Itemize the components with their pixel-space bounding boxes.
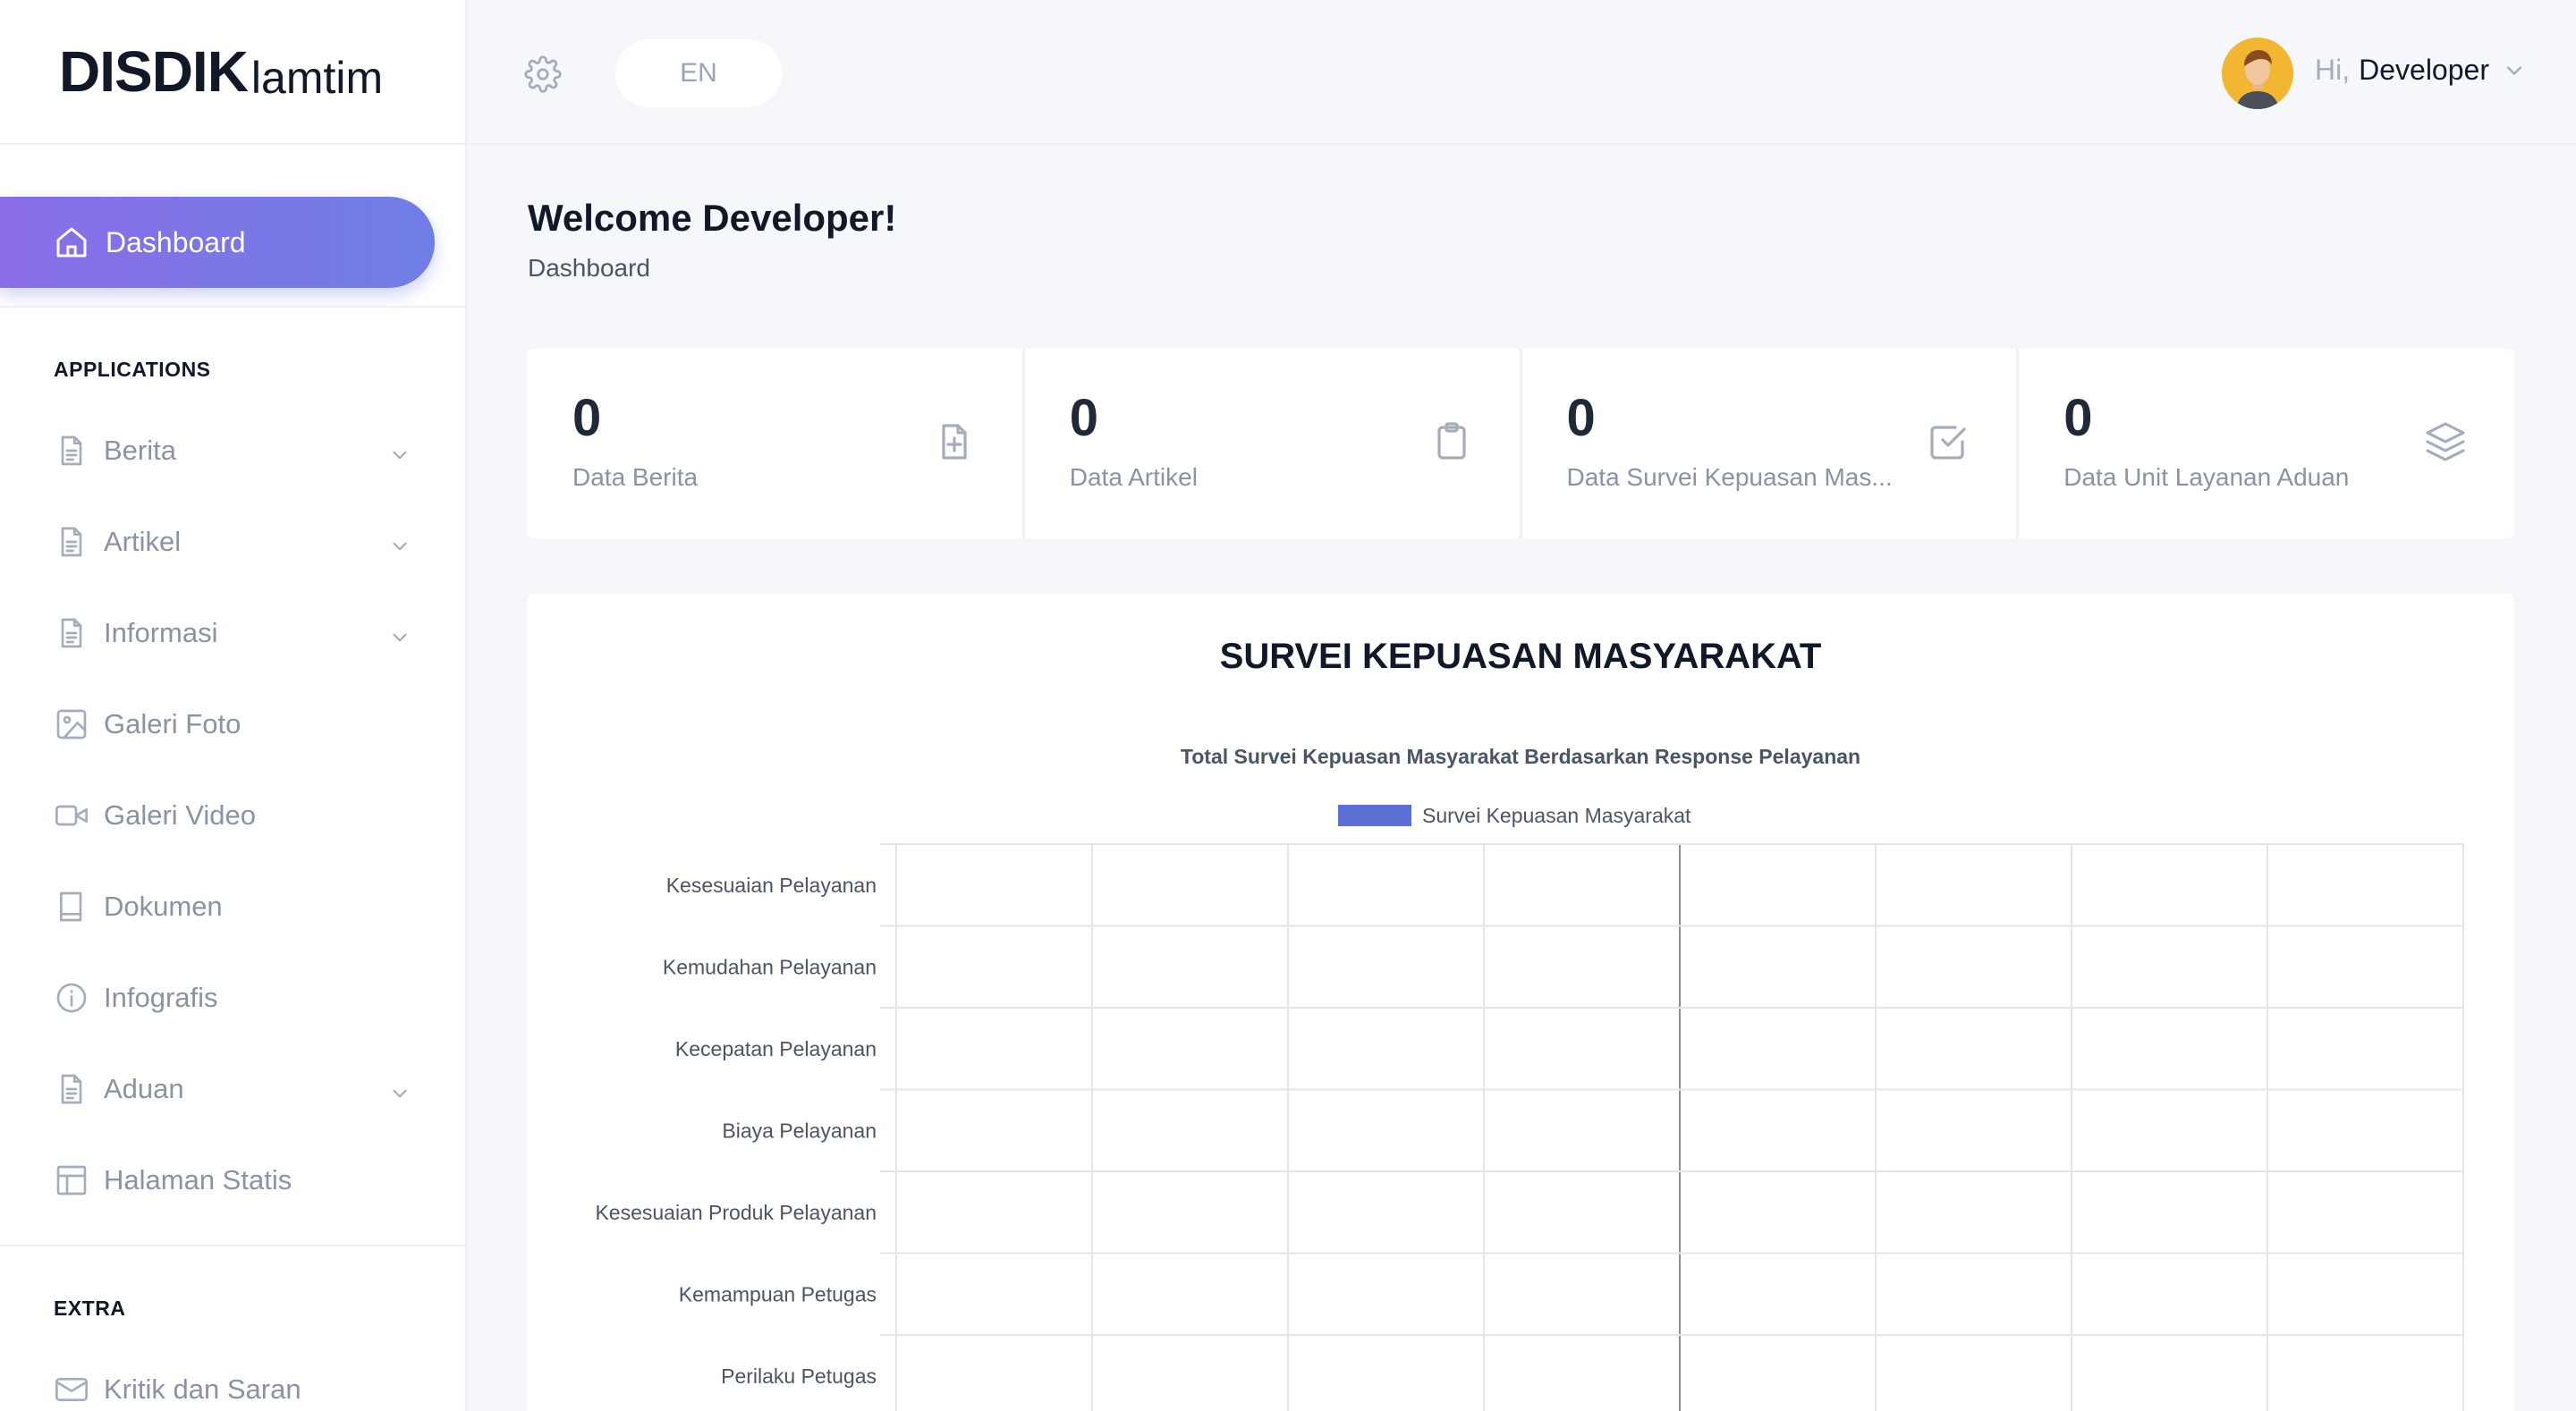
survey-bar-chart: Total Survei Kepuasan Masyarakat Berdasa… xyxy=(595,745,2464,1411)
file-text-icon xyxy=(61,618,82,648)
page-title: Welcome Developer! xyxy=(528,197,897,239)
sidebar-item-icon xyxy=(54,706,89,742)
sidebar-item-label: Informasi xyxy=(104,617,218,648)
sidebar: DISDIK lamtim Dashboard APPLICATIONS Ber… xyxy=(0,0,467,1411)
layers-icon xyxy=(2426,422,2465,461)
sidebar-item-icon xyxy=(54,889,89,925)
stat-card[interactable]: 0 Data Survei Kepuasan Mas... xyxy=(1522,349,2020,538)
sidebar-item-icon xyxy=(54,1071,89,1107)
section-title-extra: EXTRA xyxy=(54,1297,126,1320)
greeting-text: Hi, xyxy=(2315,54,2351,86)
section-title-applications: APPLICATIONS xyxy=(54,358,211,381)
sidebar-item-label: Artikel xyxy=(104,526,182,557)
sidebar-item-halaman-statis[interactable]: Halaman Statis xyxy=(54,1153,420,1207)
stat-card[interactable]: 0 Data Unit Layanan Aduan xyxy=(2019,349,2513,538)
user-name: Developer xyxy=(2359,54,2489,86)
sidebar-item-icon xyxy=(54,1372,89,1407)
clipboard-icon xyxy=(1436,422,1466,460)
file-text-icon xyxy=(61,1074,82,1104)
stat-value: 0 xyxy=(1566,389,1596,447)
layout-icon xyxy=(56,1165,87,1196)
brand-logo[interactable]: DISDIK lamtim xyxy=(0,0,465,145)
sidebar-item-label: Kritik dan Saran xyxy=(104,1373,301,1405)
legend-swatch xyxy=(1338,805,1411,826)
breadcrumb: Dashboard xyxy=(528,254,650,282)
sidebar-item-galeri-foto[interactable]: Galeri Foto xyxy=(54,697,420,751)
sidebar-item-kritik-dan-saran[interactable]: Kritik dan Saran xyxy=(54,1363,420,1411)
sidebar-item-dashboard[interactable]: Dashboard xyxy=(0,197,435,288)
home-icon xyxy=(56,227,87,258)
language-switch-button[interactable]: EN xyxy=(615,39,782,107)
sidebar-item-label: Dokumen xyxy=(104,891,223,922)
gear-icon[interactable] xyxy=(524,55,562,93)
sidebar-item-label: Galeri Foto xyxy=(104,708,242,739)
category-label: Kemampuan Petugas xyxy=(679,1282,877,1305)
brand-name-light: lamtim xyxy=(250,53,384,103)
sidebar-item-icon xyxy=(54,1162,89,1198)
sidebar-item-label: Galeri Video xyxy=(104,799,257,831)
file-text-icon xyxy=(61,527,82,557)
sidebar-item-icon xyxy=(54,798,89,833)
sidebar-item-icon xyxy=(54,433,89,469)
video-icon xyxy=(55,805,88,826)
chevron-down-icon xyxy=(393,633,407,642)
image-icon xyxy=(56,709,87,739)
stat-card[interactable]: 0 Data Berita xyxy=(528,349,1025,538)
stat-label: Data Unit Layanan Aduan xyxy=(2063,463,2350,491)
sidebar-item-label: Berita xyxy=(104,435,176,466)
check-square-icon xyxy=(1930,426,1966,460)
sidebar-item-label: Halaman Statis xyxy=(104,1164,292,1196)
user-avatar-icon xyxy=(2222,38,2293,109)
sidebar-item-label: Infografis xyxy=(104,982,218,1013)
chevron-down-icon xyxy=(2506,65,2522,75)
category-label: Perilaku Petugas xyxy=(721,1365,877,1388)
sidebar-item-informasi[interactable]: Informasi xyxy=(54,606,420,660)
chevron-down-icon xyxy=(393,542,407,551)
stats-row: 0 Data Berita 0 Data Artikel 0 Data Surv… xyxy=(528,349,2513,538)
category-label: Kesesuaian Produk Pelayanan xyxy=(595,1201,877,1224)
mail-icon xyxy=(55,1378,88,1401)
avatar[interactable] xyxy=(2222,38,2293,109)
brand-name-bold: DISDIK xyxy=(59,39,249,104)
stat-label: Data Artikel xyxy=(1069,463,1198,491)
file-text-icon xyxy=(61,435,82,466)
user-menu[interactable]: Hi, Developer xyxy=(2315,54,2527,87)
sidebar-item-dokumen[interactable]: Dokumen xyxy=(54,880,420,934)
survey-chart-card: SURVEI KEPUASAN MASYARAKAT Total Survei … xyxy=(528,594,2513,1411)
sidebar-item-icon xyxy=(54,615,89,651)
stat-card[interactable]: 0 Data Artikel xyxy=(1025,349,1522,538)
stat-label: Data Berita xyxy=(572,463,699,491)
sidebar-item-galeri-video[interactable]: Galeri Video xyxy=(54,789,420,842)
legend-label: Survei Kepuasan Masyarakat xyxy=(1422,804,1691,827)
sidebar-item-label: Dashboard xyxy=(106,225,246,258)
stat-value: 0 xyxy=(1069,389,1099,447)
sidebar-item-infografis[interactable]: Infografis xyxy=(54,971,420,1025)
sidebar-item-artikel[interactable]: Artikel xyxy=(54,515,420,569)
category-label: Kecepatan Pelayanan xyxy=(675,1037,877,1060)
chart-title: Total Survei Kepuasan Masyarakat Berdasa… xyxy=(1181,745,1860,768)
book-icon xyxy=(60,891,82,922)
chevron-down-icon xyxy=(393,1089,407,1098)
divider xyxy=(0,306,467,308)
file-plus-icon xyxy=(942,424,967,460)
chevron-down-icon xyxy=(393,451,407,460)
category-label: Biaya Pelayanan xyxy=(722,1119,877,1142)
sidebar-item-berita[interactable]: Berita xyxy=(54,424,420,477)
sidebar-item-icon xyxy=(54,524,89,560)
stat-value: 0 xyxy=(2063,389,2093,447)
category-label: Kemudahan Pelayanan xyxy=(663,955,877,978)
info-icon xyxy=(56,983,87,1013)
stat-label: Data Survei Kepuasan Mas... xyxy=(1566,463,1893,491)
stat-value: 0 xyxy=(572,389,602,447)
sidebar-item-icon xyxy=(54,980,89,1016)
divider xyxy=(0,1245,467,1246)
category-label: Kesesuaian Pelayanan xyxy=(666,874,877,897)
sidebar-item-label: Aduan xyxy=(104,1073,184,1104)
sidebar-item-aduan[interactable]: Aduan xyxy=(54,1062,420,1116)
